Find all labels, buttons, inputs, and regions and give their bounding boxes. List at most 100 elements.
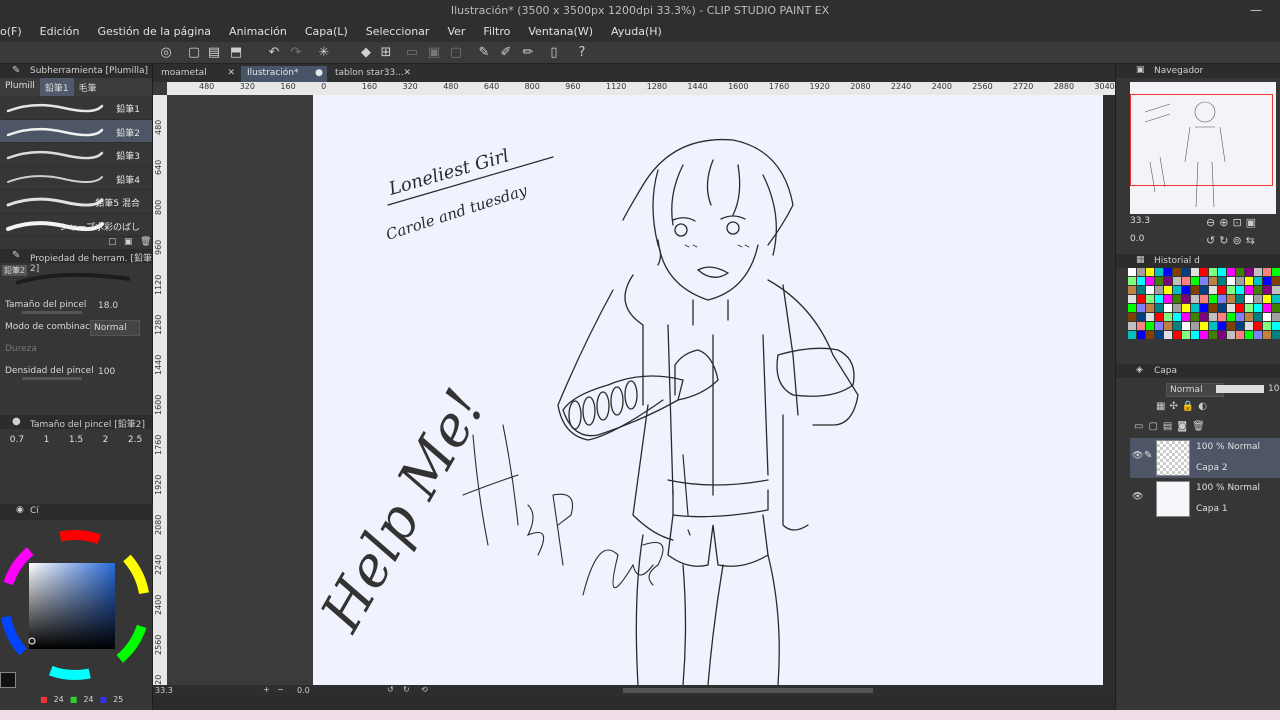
zoom-value[interactable]: 33.3	[155, 686, 173, 695]
color-swatch[interactable]	[1218, 304, 1226, 312]
color-swatch[interactable]	[1128, 304, 1136, 312]
layer-row-capa-2[interactable]: 👁 ✎ 100 % Normal Capa 2	[1130, 438, 1280, 478]
color-swatch[interactable]	[1272, 331, 1280, 339]
color-wheel[interactable]	[0, 522, 153, 682]
zoom-in-icon[interactable]: ⊕	[1219, 216, 1232, 229]
color-swatch[interactable]	[1263, 286, 1271, 294]
drawing-canvas[interactable]: Loneliest Girl Carole and tuesday Help M…	[308, 95, 1103, 686]
color-swatch[interactable]	[1137, 304, 1145, 312]
size-preset[interactable]: 1.5	[69, 435, 83, 453]
rotate-right-icon[interactable]: ↻	[403, 685, 410, 694]
color-swatch[interactable]	[1227, 268, 1235, 276]
delete-subtool-icon[interactable]: 🗑	[140, 237, 151, 247]
help-icon[interactable]: ?	[574, 45, 590, 61]
brush-item[interactable]: 鉛筆3	[0, 143, 152, 167]
color-swatch[interactable]	[1146, 313, 1154, 321]
clip-studio-icon[interactable]: ◎	[158, 45, 174, 61]
color-swatch[interactable]	[1236, 304, 1244, 312]
color-swatch[interactable]	[1254, 268, 1262, 276]
nav-zoom-value[interactable]: 33.3	[1130, 216, 1150, 226]
invert-selection-icon[interactable]: ▣	[426, 45, 442, 61]
main-color-swatch[interactable]	[0, 672, 16, 688]
color-swatch[interactable]	[1191, 322, 1199, 330]
tab-moametal[interactable]: moametal ✕	[155, 66, 239, 82]
brush-tool-icon[interactable]: ✐	[498, 45, 514, 61]
color-swatch[interactable]	[1182, 286, 1190, 294]
color-swatch[interactable]	[1128, 277, 1136, 285]
color-swatch[interactable]	[1209, 304, 1217, 312]
color-swatch[interactable]	[1227, 295, 1235, 303]
color-swatch[interactable]	[1272, 304, 1280, 312]
color-swatch[interactable]	[1182, 268, 1190, 276]
color-swatch[interactable]	[1164, 331, 1172, 339]
color-swatch[interactable]	[1173, 313, 1181, 321]
color-swatch[interactable]	[1182, 304, 1190, 312]
new-vector-layer-icon[interactable]: ▢	[1148, 421, 1162, 432]
zoom-out-icon[interactable]: ⊖	[1206, 216, 1219, 229]
size-preset[interactable]: 1	[44, 435, 50, 453]
color-swatch[interactable]	[1173, 268, 1181, 276]
zoom-in-icon[interactable]: +	[263, 685, 270, 694]
color-swatch[interactable]	[1173, 277, 1181, 285]
color-swatch[interactable]	[1245, 313, 1253, 321]
color-swatch[interactable]	[1146, 268, 1154, 276]
menu-window[interactable]: Ventana(W)	[519, 22, 602, 42]
color-swatch[interactable]	[1254, 295, 1262, 303]
color-swatch[interactable]	[1245, 268, 1253, 276]
tab-pencil[interactable]: 鉛筆1	[39, 78, 74, 96]
color-swatch[interactable]	[1146, 286, 1154, 294]
size-preset[interactable]: 0.7	[10, 435, 24, 453]
reference-icon[interactable]: ◐	[1198, 401, 1211, 412]
color-swatch[interactable]	[1209, 322, 1217, 330]
navigator-viewport[interactable]	[1130, 94, 1273, 186]
clip-icon[interactable]: ✣	[1169, 401, 1181, 412]
color-swatch[interactable]	[1146, 331, 1154, 339]
color-swatch[interactable]	[1191, 286, 1199, 294]
color-swatch[interactable]	[1209, 331, 1217, 339]
color-swatch[interactable]	[1128, 295, 1136, 303]
color-swatch[interactable]	[1245, 277, 1253, 285]
color-swatch[interactable]	[1164, 313, 1172, 321]
color-swatch[interactable]	[1272, 295, 1280, 303]
menu-select[interactable]: Seleccionar	[357, 22, 439, 42]
color-swatch[interactable]	[1263, 322, 1271, 330]
color-swatch[interactable]	[1155, 331, 1163, 339]
new-subtool-icon[interactable]: ▢	[108, 237, 117, 247]
color-swatch[interactable]	[1173, 304, 1181, 312]
color-swatch[interactable]	[1227, 331, 1235, 339]
color-swatch[interactable]	[1173, 322, 1181, 330]
color-swatch[interactable]	[1272, 313, 1280, 321]
color-swatch[interactable]	[1155, 295, 1163, 303]
fit-icon[interactable]: ⊡	[1232, 216, 1245, 229]
rotate-left-icon[interactable]: ↺	[387, 685, 394, 694]
color-swatch[interactable]	[1155, 313, 1163, 321]
color-swatch[interactable]	[1245, 331, 1253, 339]
color-swatch[interactable]	[1164, 304, 1172, 312]
color-swatch[interactable]	[1191, 277, 1199, 285]
open-file-icon[interactable]: ▤	[206, 45, 222, 61]
color-swatch[interactable]	[1218, 313, 1226, 321]
color-swatch[interactable]	[1254, 331, 1262, 339]
color-swatch[interactable]	[1218, 268, 1226, 276]
layer-row-capa-1[interactable]: 👁 100 % Normal Capa 1	[1130, 479, 1280, 519]
color-swatch[interactable]	[1146, 322, 1154, 330]
crop-icon[interactable]: ▢	[448, 45, 464, 61]
color-swatch[interactable]	[1182, 295, 1190, 303]
color-swatch[interactable]	[1173, 295, 1181, 303]
color-swatch[interactable]	[1254, 322, 1262, 330]
pencil-tool-icon[interactable]: ✏	[520, 45, 536, 61]
color-swatch[interactable]	[1218, 295, 1226, 303]
menu-help[interactable]: Ayuda(H)	[602, 22, 671, 42]
color-swatch[interactable]	[1155, 286, 1163, 294]
brush-item[interactable]: シャープ水彩のばし	[0, 214, 152, 237]
fill-icon[interactable]: ◆	[358, 45, 374, 61]
color-swatch[interactable]	[1227, 286, 1235, 294]
color-swatch[interactable]	[1128, 331, 1136, 339]
color-swatch[interactable]	[1182, 313, 1190, 321]
menu-filter[interactable]: Filtro	[474, 22, 519, 42]
color-swatch[interactable]	[1155, 277, 1163, 285]
new-file-icon[interactable]: ▢	[186, 45, 202, 61]
color-swatch[interactable]	[1245, 286, 1253, 294]
pen-tool-icon[interactable]: ✎	[476, 45, 492, 61]
color-swatch[interactable]	[1209, 286, 1217, 294]
